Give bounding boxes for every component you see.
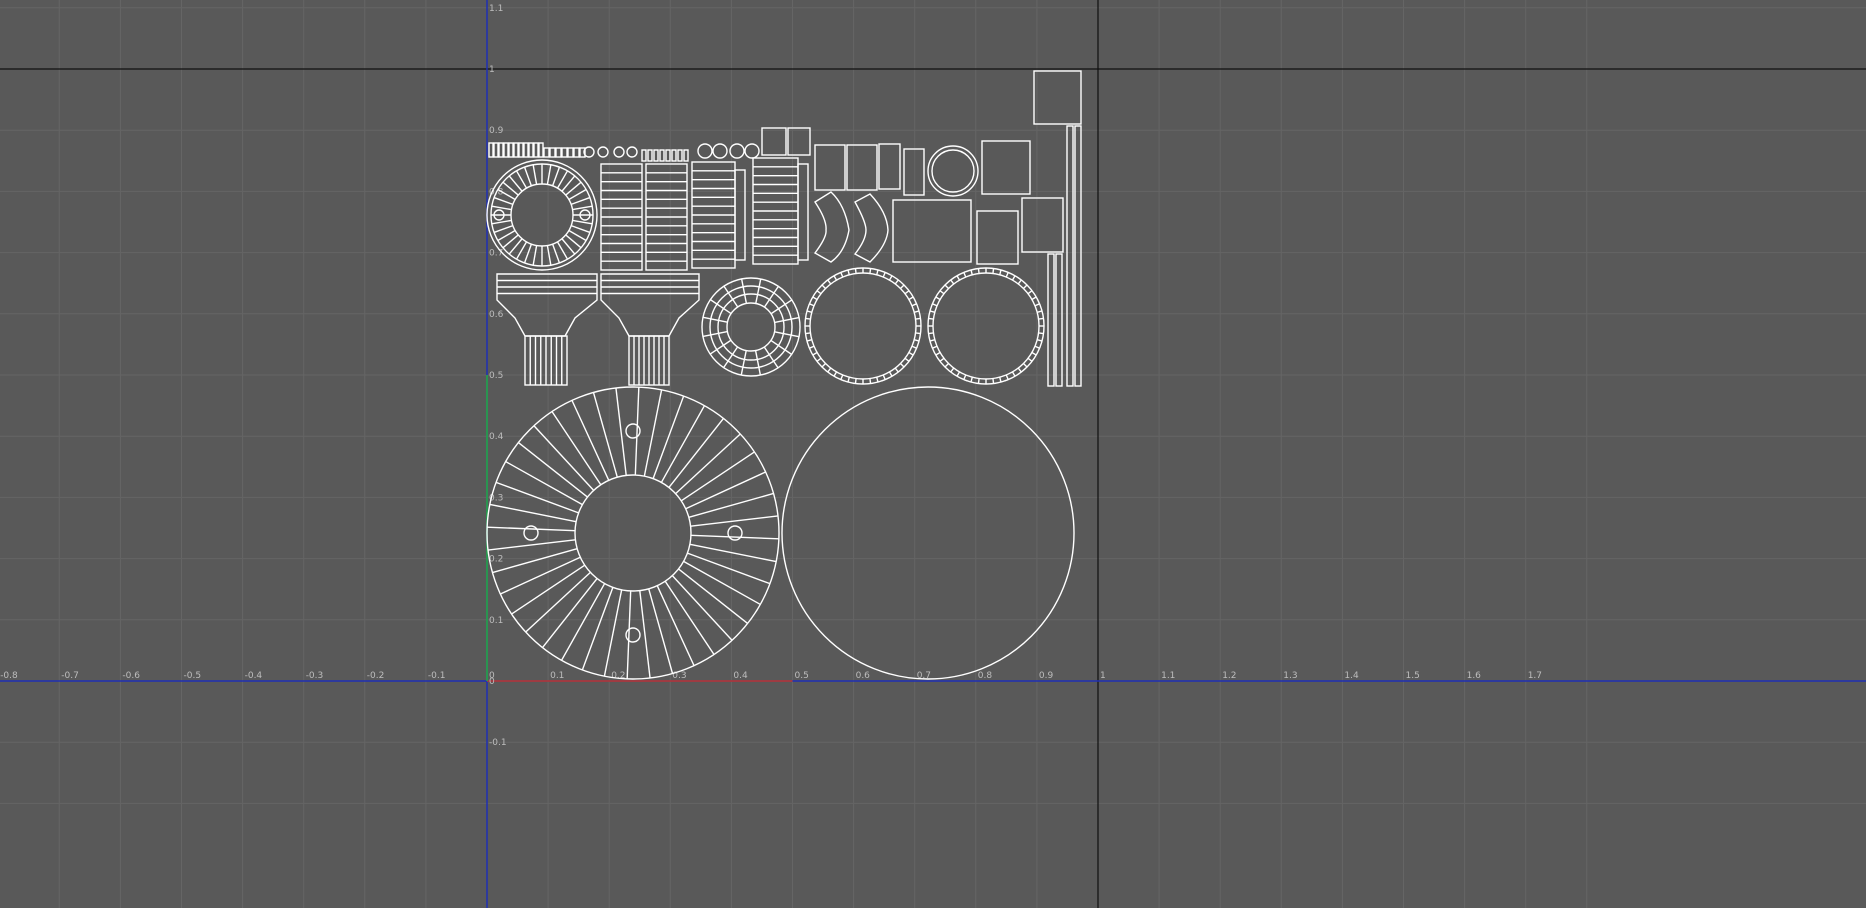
x-tick-label: 1.1 (1161, 671, 1175, 681)
wire-edge (1038, 332, 1044, 335)
wire-edge (977, 268, 980, 274)
x-tick-label: -0.6 (122, 671, 140, 681)
wire-edge (977, 378, 980, 384)
y-tick-label: 0.5 (489, 371, 503, 381)
x-tick-label: 0.1 (550, 671, 564, 681)
uv-editor-viewport[interactable]: -0.8 -0.7 -0.6 -0.5 -0.4 -0.3 -0.2 -0.1 0 0.1 0.2 0… (0, 0, 1866, 908)
wire-edge (928, 317, 934, 320)
wire-edge (869, 378, 872, 384)
wire-edge (992, 378, 995, 384)
y-tick-label: 0.6 (489, 310, 504, 320)
wire-edge (928, 332, 934, 335)
x-tick-label: -0.7 (61, 671, 79, 681)
x-tick-label: 1.4 (1344, 671, 1359, 681)
wire-edge (915, 317, 921, 320)
wire-edge (805, 317, 811, 320)
y-tick-label: 0.7 (489, 249, 503, 259)
y-tick-label: 0.9 (489, 126, 504, 136)
x-tick-label: 1.5 (1406, 671, 1420, 681)
y-tick-label: 0 (489, 677, 495, 687)
y-tick-label: 1 (489, 65, 495, 75)
x-tick-label: 0.5 (795, 671, 809, 681)
x-tick-label: 1.2 (1222, 671, 1236, 681)
x-tick-label: -0.3 (306, 671, 324, 681)
x-tick-label: 1.3 (1283, 671, 1297, 681)
x-tick-label: -0.4 (245, 671, 263, 681)
wire-edge (869, 268, 872, 274)
y-tick-label: 0.2 (489, 555, 503, 565)
x-tick-label: 1.7 (1528, 671, 1542, 681)
y-tick-label: 0.4 (489, 432, 504, 442)
x-tick-label: 0.2 (611, 671, 625, 681)
x-tick-label: 0.4 (733, 671, 748, 681)
x-tick-label: 1.6 (1467, 671, 1482, 681)
wire-edge (805, 332, 811, 335)
wire-edge (992, 268, 995, 274)
x-tick-label: 0.9 (1039, 671, 1054, 681)
wire-edge (854, 268, 857, 274)
wire-edge (1038, 317, 1044, 320)
x-tick-label: 0.6 (856, 671, 871, 681)
x-tick-label: -0.1 (428, 671, 446, 681)
x-tick-label: -0.2 (367, 671, 385, 681)
wire-edge (915, 332, 921, 335)
y-tick-label: 1.1 (489, 4, 503, 14)
x-tick-label: 0.8 (978, 671, 993, 681)
y-tick-label: -0.1 (489, 738, 507, 748)
y-tick-label: 0.1 (489, 616, 503, 626)
x-tick-label: 1 (1100, 671, 1106, 681)
viewport-background (0, 0, 1866, 908)
wire-edge (854, 378, 857, 384)
x-tick-label: -0.5 (184, 671, 202, 681)
x-tick-label: -0.8 (0, 671, 18, 681)
